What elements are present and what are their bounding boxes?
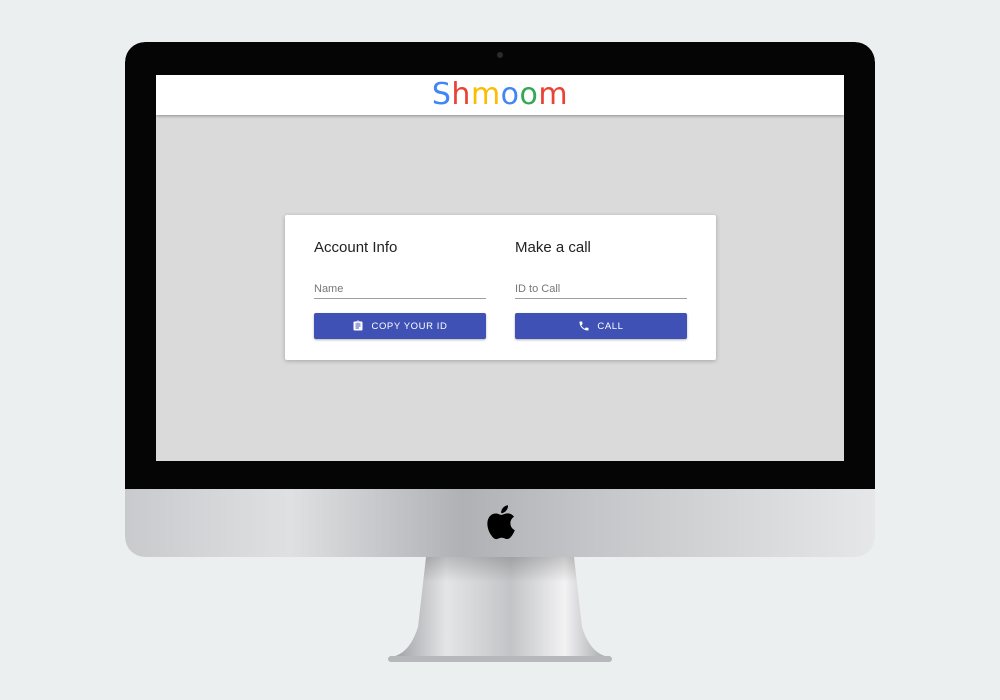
shmoom-logo: Shmoom [432, 75, 568, 115]
logo-letter: h [451, 77, 471, 112]
name-field [314, 277, 486, 299]
call-button[interactable]: CALL [515, 313, 687, 339]
call-label: CALL [597, 320, 624, 332]
logo-letter: S [431, 77, 452, 112]
account-info-title: Account Info [314, 239, 398, 256]
logo-letter: o [500, 77, 520, 112]
webcam-icon [497, 52, 503, 58]
app-screen: Shmoom Account Info COPY YOUR ID Make a … [156, 75, 844, 461]
logo-letter: m [538, 77, 569, 112]
logo-letter: o [519, 77, 539, 112]
app-header: Shmoom [156, 75, 844, 115]
phone-icon [579, 321, 589, 331]
id-to-call-field [515, 277, 687, 299]
clipboard-icon [353, 320, 363, 331]
id-to-call-input[interactable] [515, 281, 687, 297]
apple-logo-icon [487, 505, 515, 540]
name-input[interactable] [314, 281, 486, 297]
monitor-stand [388, 557, 612, 662]
logo-letter: m [470, 77, 501, 112]
call-card: Account Info COPY YOUR ID Make a call [285, 215, 716, 360]
make-a-call-title: Make a call [515, 239, 591, 256]
copy-your-id-button[interactable]: COPY YOUR ID [314, 313, 486, 339]
copy-your-id-label: COPY YOUR ID [371, 320, 448, 332]
mockup-stage: Shmoom Account Info COPY YOUR ID Make a … [0, 0, 1000, 700]
